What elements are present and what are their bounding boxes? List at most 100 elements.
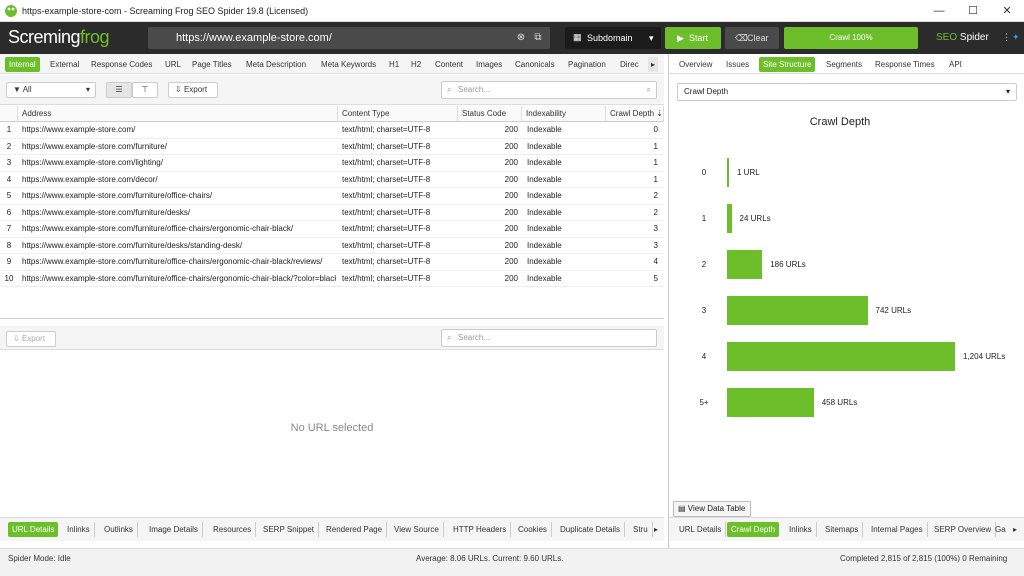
content-type-cell: text/html; charset=UTF-8: [342, 224, 431, 233]
tab-directives[interactable]: Direc: [616, 57, 643, 72]
table-row[interactable]: 2 https://www.example-store.com/furniture…: [0, 139, 664, 155]
chart-bar[interactable]: [727, 296, 868, 325]
splitter[interactable]: [0, 318, 664, 319]
indexability-cell: Indexable: [527, 207, 562, 217]
crawl-progress-bar: Crawl 100%: [784, 27, 918, 49]
right-tabs-overflow-icon[interactable]: ▸: [1009, 522, 1021, 537]
column-header-indexability[interactable]: Indexability: [522, 106, 606, 122]
table-row[interactable]: 9 https://www.example-store.com/furniture…: [0, 254, 664, 271]
bottom-tab-view-source[interactable]: View Source: [390, 522, 444, 537]
bottom-tab-outlinks[interactable]: Outlinks: [100, 522, 138, 537]
tab-response-codes[interactable]: Response Codes: [87, 57, 156, 72]
seo-spider-label: SEO Spider: [936, 32, 989, 43]
right-tab-site-structure[interactable]: Site Structure: [759, 57, 816, 72]
list-view-button[interactable]: ☰: [106, 82, 132, 98]
chart-bar[interactable]: [727, 250, 763, 279]
clear-url-icon[interactable]: ⊗: [514, 31, 528, 45]
details-search-input[interactable]: ⌕ Search...: [441, 329, 657, 347]
table-row[interactable]: 4 https://www.example-store.com/decor/tex…: [0, 172, 664, 188]
chart-bar[interactable]: [727, 204, 732, 233]
bottom-tab-rendered-page[interactable]: Rendered Page: [322, 522, 388, 537]
chart-bar[interactable]: [727, 342, 955, 371]
indexability-cell: Indexable: [527, 224, 562, 233]
chart-category-label: 2: [701, 259, 707, 269]
twitter-icon[interactable]: ✦: [1012, 32, 1020, 43]
bottom-tab-url-details[interactable]: URL Details: [8, 522, 59, 537]
status-code-cell: 200: [504, 240, 518, 250]
bottom-tab-duplicate-details[interactable]: Duplicate Details: [556, 522, 626, 537]
search-options-icon[interactable]: ⌕: [647, 82, 651, 98]
address-cell: https://www.example-store.com/lighting/: [22, 158, 163, 167]
details-toolbar: ⇩ Export ⌕ Search...: [0, 326, 664, 350]
indexability-cell: Indexable: [527, 257, 562, 266]
right-tab-segments[interactable]: Segments: [822, 57, 866, 72]
bottom-tab-image-details[interactable]: Image Details: [145, 522, 203, 537]
tab-content[interactable]: Content: [431, 57, 467, 72]
bottom-tab-resources[interactable]: Resources: [209, 522, 257, 537]
bottom-tabs-overflow-icon[interactable]: ▸: [650, 522, 662, 537]
tab-internal[interactable]: Internal: [5, 57, 40, 72]
tab-url[interactable]: URL: [161, 57, 185, 72]
tab-images[interactable]: Images: [472, 57, 506, 72]
column-header-status-code[interactable]: Status Code: [458, 106, 522, 122]
table-row[interactable]: 7 https://www.example-store.com/furniture…: [0, 221, 664, 238]
tab-page-titles[interactable]: Page Titles: [188, 57, 236, 72]
menu-icon[interactable]: ⋮: [1002, 32, 1012, 42]
bottom-tab-serp-snippet[interactable]: SERP Snippet: [259, 522, 319, 537]
table-row[interactable]: 5 https://www.example-store.com/furniture…: [0, 188, 664, 205]
right-bottom-tab-internal-pages[interactable]: Internal Pages: [867, 522, 928, 537]
tree-view-button[interactable]: ⊤: [132, 82, 158, 98]
column-header-content-type[interactable]: Content Type: [338, 106, 458, 122]
right-tab-issues[interactable]: Issues: [722, 57, 753, 72]
close-button[interactable]: ✕: [990, 0, 1024, 22]
bottom-tab-http-headers[interactable]: HTTP Headers: [449, 522, 512, 537]
grid-search-input[interactable]: ⌕ Search... ⌕: [441, 81, 657, 99]
chart-type-dropdown[interactable]: Crawl Depth ▾: [677, 83, 1017, 101]
right-bottom-tab-serp-overview[interactable]: SERP Overview: [930, 522, 997, 537]
view-data-table-button[interactable]: ▤ View Data Table: [673, 501, 751, 517]
table-row[interactable]: 1 https://www.example-store.com/text/html…: [0, 122, 664, 139]
clear-button[interactable]: ⌫ Clear: [725, 27, 779, 49]
right-bottom-tab-ga[interactable]: Ga: [991, 522, 1010, 537]
right-bottom-tab-sitemaps[interactable]: Sitemaps: [821, 522, 864, 537]
chart-category-label: 3: [701, 305, 707, 315]
tab-canonicals[interactable]: Canonicals: [511, 57, 559, 72]
filter-dropdown[interactable]: ▼ All ▾: [6, 82, 96, 98]
table-row[interactable]: 10 https://www.example-store.com/furnitur…: [0, 271, 664, 287]
bottom-tab-inlinks[interactable]: Inlinks: [63, 522, 95, 537]
bottom-tab-cookies[interactable]: Cookies: [514, 522, 552, 537]
url-input[interactable]: https://www.example-store.com/ ⊗ ⧉: [148, 27, 550, 49]
tab-external[interactable]: External: [46, 57, 83, 72]
export-button[interactable]: ⇩ Export: [168, 82, 218, 98]
indexability-cell: Indexable: [527, 141, 562, 151]
tab-h1[interactable]: H1: [385, 57, 403, 72]
column-header-address[interactable]: Address: [18, 106, 338, 122]
tree-icon: ⊤: [141, 85, 149, 94]
tabs-overflow-icon[interactable]: ▸: [648, 57, 659, 72]
chart-bar[interactable]: [727, 388, 814, 417]
right-bottom-tab-url-details[interactable]: URL Details: [675, 522, 727, 537]
details-export-button[interactable]: ⇩ Export: [6, 331, 56, 347]
tab-meta-description[interactable]: Meta Description: [242, 57, 310, 72]
right-tab-api[interactable]: API: [945, 57, 966, 72]
column-header-crawl-depth[interactable]: Crawl Depth ⇣: [606, 106, 664, 122]
row-number: 10: [4, 273, 14, 283]
start-button[interactable]: ▶ Start: [665, 27, 721, 49]
table-row[interactable]: 3 https://www.example-store.com/lighting/…: [0, 155, 664, 172]
history-icon[interactable]: ⧉: [531, 31, 545, 45]
table-row[interactable]: 6 https://www.example-store.com/furniture…: [0, 205, 664, 221]
crawl-mode-dropdown[interactable]: ▦ Subdomain ▾: [565, 27, 661, 49]
chart-bar[interactable]: [727, 158, 729, 187]
right-tab-overview[interactable]: Overview: [675, 57, 716, 72]
chart-title: Crawl Depth: [809, 116, 871, 128]
tab-meta-keywords[interactable]: Meta Keywords: [317, 57, 380, 72]
address-cell: https://www.example-store.com/furniture/: [22, 141, 167, 151]
minimize-button[interactable]: —: [922, 0, 956, 22]
tab-pagination[interactable]: Pagination: [564, 57, 610, 72]
right-tab-response-times[interactable]: Response Times: [871, 57, 939, 72]
maximize-button[interactable]: ☐: [956, 0, 990, 22]
table-row[interactable]: 8 https://www.example-store.com/furniture…: [0, 238, 664, 254]
tab-h2[interactable]: H2: [407, 57, 425, 72]
right-bottom-tab-inlinks[interactable]: Inlinks: [785, 522, 817, 537]
right-bottom-tab-crawl-depth[interactable]: Crawl Depth: [727, 522, 780, 537]
